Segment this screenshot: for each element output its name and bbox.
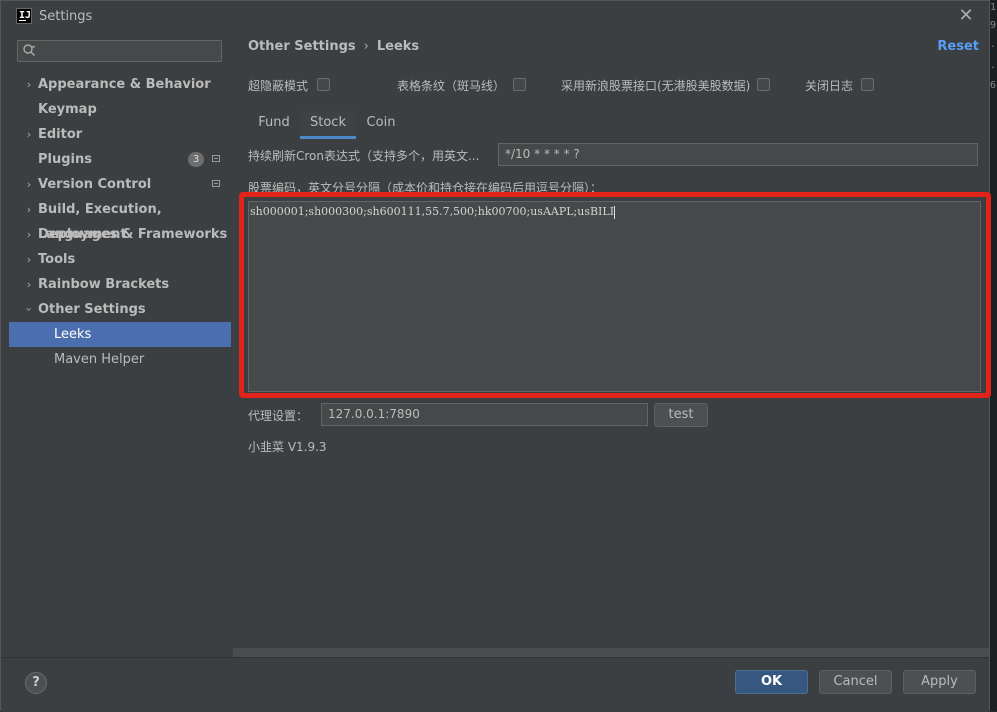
close-button[interactable]: ✕	[955, 5, 977, 27]
apply-button[interactable]: Apply	[903, 670, 976, 694]
chevron-right-icon: ›	[26, 178, 32, 191]
background-digit: 9	[989, 20, 996, 31]
chevron-right-icon: ›	[26, 128, 32, 141]
chevron-right-icon: ›	[26, 78, 32, 91]
proxy-input[interactable]: 127.0.0.1:7890	[321, 403, 648, 426]
proxy-label: 代理设置：	[248, 409, 309, 423]
sidebar-item-appearance-behavior[interactable]: › Appearance & Behavior	[9, 72, 231, 97]
sidebar-item-label: Plugins	[38, 152, 92, 167]
sina-api-checkbox[interactable]	[757, 78, 770, 91]
window-title: Settings	[39, 9, 93, 24]
sidebar-item-build-execution-deployment[interactable]: › Build, Execution, Deployment	[9, 197, 231, 242]
sidebar-item-label: Leeks	[54, 327, 92, 342]
project-level-icon	[212, 180, 220, 187]
option-label-zebra-stripes: 表格条纹（斑马线）	[397, 79, 506, 93]
project-level-icon	[212, 155, 220, 162]
zebra-stripes-checkbox[interactable]	[513, 78, 526, 91]
sidebar-item-tools[interactable]: › Tools	[9, 247, 231, 272]
chevron-right-icon: ›	[26, 203, 32, 216]
sidebar-item-label: Rainbow Brackets	[38, 277, 170, 292]
tab-coin[interactable]: Coin	[356, 111, 406, 139]
ok-button[interactable]: OK	[735, 670, 808, 694]
plugins-update-badge: 3	[188, 152, 204, 167]
sidebar-item-other-settings[interactable]: › Other Settings	[9, 297, 231, 322]
chevron-right-icon: ›	[26, 228, 32, 241]
sidebar-item-languages-frameworks[interactable]: › Languages & Frameworks	[9, 222, 231, 247]
sidebar-item-version-control[interactable]: › Version Control	[9, 172, 231, 197]
chevron-right-icon: ›	[26, 253, 32, 266]
breadcrumb-separator-icon: ›	[363, 39, 369, 54]
horizontal-scrollbar[interactable]	[233, 648, 989, 657]
sidebar-item-label: Tools	[38, 252, 76, 267]
plugin-version-text: 小韭菜 V1.9.3	[248, 440, 327, 454]
tab-fund[interactable]: Fund	[248, 111, 300, 139]
breadcrumb: Other Settings › Leeks	[248, 39, 419, 54]
option-label-sina-api: 采用新浪股票接口(无港股美股数据)	[561, 79, 751, 93]
sidebar-item-label: Appearance & Behavior	[38, 77, 211, 92]
sidebar-item-maven-helper[interactable]: Maven Helper	[9, 347, 231, 372]
option-label-stealth-mode: 超隐蔽模式	[248, 79, 309, 93]
reset-link[interactable]: Reset	[937, 39, 979, 54]
sidebar-item-label: Keymap	[38, 102, 97, 117]
breadcrumb-current: Leeks	[376, 39, 420, 54]
settings-sidebar: › Appearance & Behavior Keymap › Editor …	[9, 33, 231, 657]
highlight-annotation-box	[239, 192, 991, 398]
title-bar: IJ Settings ✕	[1, 1, 989, 33]
disable-log-checkbox[interactable]	[861, 78, 874, 91]
intellij-logo-icon: IJ	[16, 8, 32, 24]
sidebar-item-label: Version Control	[38, 177, 152, 192]
sidebar-item-plugins[interactable]: Plugins 3	[9, 147, 231, 172]
sidebar-item-rainbow-brackets[interactable]: › Rainbow Brackets	[9, 272, 231, 297]
breadcrumb-parent: Other Settings	[248, 39, 356, 54]
cron-expression-input[interactable]: */10 * * * * ?	[498, 143, 978, 166]
option-label-disable-log: 关闭日志	[805, 79, 854, 93]
stealth-mode-checkbox[interactable]	[317, 78, 330, 91]
cron-label: 持续刷新Cron表达式（支持多个，用英文...	[248, 149, 480, 163]
sidebar-item-label: Other Settings	[38, 302, 146, 317]
proxy-test-button[interactable]: test	[654, 403, 708, 427]
settings-dialog: IJ Settings ✕ › Appearance & Behavior Ke…	[0, 0, 991, 712]
chevron-right-icon: ›	[26, 278, 32, 291]
sidebar-item-leeks[interactable]: Leeks	[9, 322, 231, 347]
sidebar-item-label: Maven Helper	[54, 352, 145, 367]
search-icon	[23, 44, 36, 56]
sidebar-item-label: Languages & Frameworks	[38, 227, 228, 242]
cancel-button[interactable]: Cancel	[819, 670, 892, 694]
sidebar-item-editor[interactable]: › Editor	[9, 122, 231, 147]
background-digit: 6	[989, 80, 996, 91]
dialog-footer: ? OK Cancel Apply	[1, 657, 989, 712]
sidebar-item-label: Editor	[38, 127, 83, 142]
help-button[interactable]: ?	[25, 672, 47, 694]
settings-search-input[interactable]	[17, 40, 222, 62]
tab-stock[interactable]: Stock	[300, 111, 356, 139]
sidebar-item-keymap[interactable]: Keymap	[9, 97, 231, 122]
